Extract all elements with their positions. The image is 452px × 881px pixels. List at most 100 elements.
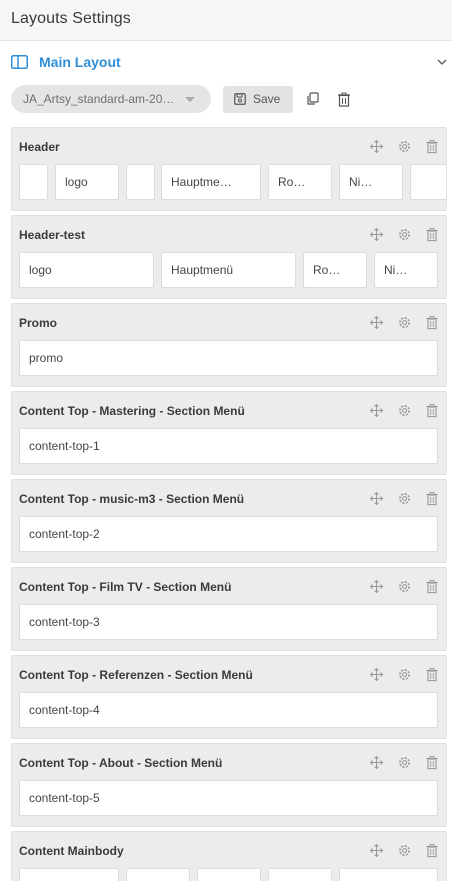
caret-down-icon	[185, 97, 195, 102]
column-label: content-top-5	[29, 791, 100, 805]
layout-row[interactable]: Content Top - Referenzen - Section Menü c…	[11, 655, 447, 739]
column-block[interactable]: logo	[19, 252, 154, 288]
gear-icon[interactable]	[397, 491, 411, 505]
column-block[interactable]: Hauptmenü	[161, 252, 296, 288]
column-label: Ni…	[384, 263, 408, 277]
row-title: Content Top - Film TV - Section Menü	[19, 580, 232, 594]
row-actions	[355, 139, 439, 153]
move-icon[interactable]	[369, 491, 383, 505]
row-actions	[355, 579, 439, 593]
row-actions	[355, 843, 439, 857]
column-block[interactable]	[197, 868, 261, 881]
row-title: Content Top - Mastering - Section Menü	[19, 404, 245, 418]
row-title: Content Top - music-m3 - Section Menü	[19, 492, 245, 506]
section-label: Main Layout	[39, 53, 121, 70]
column-label: content-top-1	[29, 439, 100, 453]
move-icon[interactable]	[369, 579, 383, 593]
layout-row[interactable]: Header-test logo Hauptmenü Ro… Ni…	[11, 215, 447, 299]
row-title: Promo	[19, 316, 58, 330]
move-icon[interactable]	[369, 315, 383, 329]
layout-row[interactable]: Content Top - Mastering - Section Menü co…	[11, 391, 447, 475]
row-title: Header	[19, 140, 60, 154]
column-block[interactable]: Ro…	[268, 164, 332, 200]
column-label: Ro…	[278, 175, 306, 189]
column-block[interactable]: promo	[19, 340, 438, 376]
move-icon[interactable]	[369, 667, 383, 681]
column-label: logo	[29, 263, 52, 277]
column-block[interactable]: Hauptme…	[161, 164, 261, 200]
floppy-disk-icon	[234, 93, 246, 105]
row-actions	[355, 755, 439, 769]
column-block[interactable]: content-top-2	[19, 516, 438, 552]
trash-icon[interactable]	[425, 491, 439, 505]
column-block[interactable]: content-top-3	[19, 604, 438, 640]
row-actions	[355, 315, 439, 329]
column-label: logo	[65, 175, 88, 189]
move-icon[interactable]	[369, 227, 383, 241]
trash-icon[interactable]	[425, 843, 439, 857]
gear-icon[interactable]	[397, 843, 411, 857]
trash-icon[interactable]	[425, 227, 439, 241]
gear-icon[interactable]	[397, 579, 411, 593]
row-columns: content-top-4	[19, 692, 446, 728]
layout-row[interactable]: Content Top - Film TV - Section Menü cont…	[11, 567, 447, 651]
move-icon[interactable]	[369, 403, 383, 417]
gear-icon[interactable]	[397, 227, 411, 241]
column-label: content-top-2	[29, 527, 100, 541]
trash-icon[interactable]	[425, 755, 439, 769]
row-title: Content Mainbody	[19, 844, 124, 858]
column-block[interactable]	[19, 164, 48, 200]
trash-icon[interactable]	[425, 139, 439, 153]
column-block[interactable]	[126, 868, 190, 881]
column-block[interactable]: content-top-4	[19, 692, 438, 728]
save-button[interactable]: Save	[223, 85, 293, 113]
move-icon[interactable]	[369, 843, 383, 857]
column-block[interactable]	[339, 868, 438, 881]
layout-select[interactable]: JA_Artsy_standard-am-20…	[11, 85, 211, 113]
row-columns: content-top-3	[19, 604, 446, 640]
trash-icon[interactable]	[425, 667, 439, 681]
trash-icon[interactable]	[336, 91, 352, 107]
row-actions	[355, 491, 439, 505]
copy-icon[interactable]	[305, 91, 321, 107]
gear-icon[interactable]	[397, 667, 411, 681]
layout-row[interactable]: Header logo Hauptme… Ro… Ni…	[11, 127, 447, 211]
layout-row[interactable]: Content Top - About - Section Menü conten…	[11, 743, 447, 827]
column-label: content-top-4	[29, 703, 100, 717]
column-block[interactable]: content-top-1	[19, 428, 438, 464]
gear-icon[interactable]	[397, 755, 411, 769]
column-block[interactable]: Ni…	[339, 164, 403, 200]
row-columns: logo Hauptmenü Ro… Ni…	[19, 252, 446, 288]
trash-icon[interactable]	[425, 579, 439, 593]
panel-title: Layouts Settings	[11, 10, 131, 27]
row-columns	[19, 868, 446, 881]
main-layout-toggle[interactable]: Main Layout	[0, 41, 452, 82]
layout-row[interactable]: Promo promo	[11, 303, 447, 387]
trash-icon[interactable]	[425, 315, 439, 329]
gear-icon[interactable]	[397, 403, 411, 417]
layout-row[interactable]: Content Mainbody	[11, 831, 447, 881]
move-icon[interactable]	[369, 755, 383, 769]
column-block[interactable]: content-top-5	[19, 780, 438, 816]
layout-row[interactable]: Content Top - music-m3 - Section Menü con…	[11, 479, 447, 563]
column-label: content-top-3	[29, 615, 100, 629]
row-title: Content Top - About - Section Menü	[19, 756, 223, 770]
gear-icon[interactable]	[397, 139, 411, 153]
move-icon[interactable]	[369, 139, 383, 153]
row-columns: content-top-5	[19, 780, 446, 816]
trash-icon[interactable]	[425, 403, 439, 417]
column-label: Ro…	[313, 263, 341, 277]
row-columns: promo	[19, 340, 446, 376]
column-block[interactable]: logo	[55, 164, 119, 200]
column-block[interactable]	[19, 868, 119, 881]
column-block[interactable]	[268, 868, 332, 881]
column-block[interactable]: Ni…	[374, 252, 438, 288]
column-block[interactable]	[410, 164, 446, 200]
layout-select-value: JA_Artsy_standard-am-20…	[23, 92, 173, 106]
chevron-down-icon[interactable]	[436, 55, 448, 67]
column-label: promo	[29, 351, 64, 365]
gear-icon[interactable]	[397, 315, 411, 329]
column-block[interactable]: Ro…	[303, 252, 367, 288]
columns-layout-icon	[11, 54, 28, 69]
column-block[interactable]	[126, 164, 155, 200]
